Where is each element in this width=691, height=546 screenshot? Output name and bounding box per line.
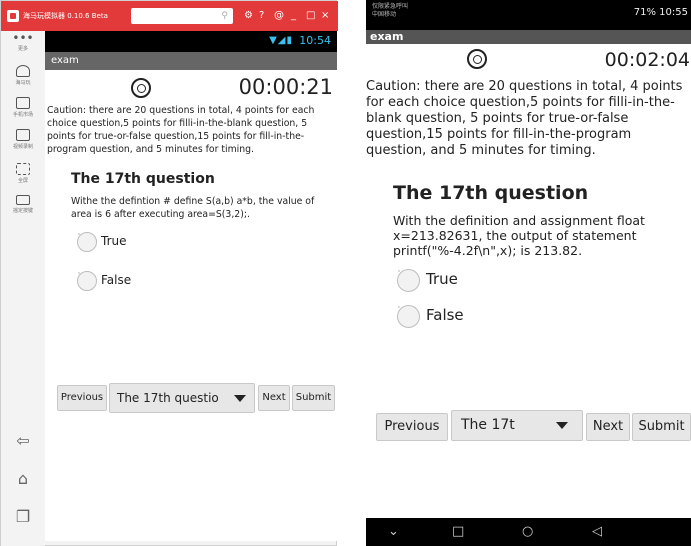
close-icon[interactable]: × (321, 8, 329, 24)
alarm-clock-icon (467, 49, 487, 69)
previous-button[interactable]: Previous (57, 385, 107, 411)
minimize-icon[interactable]: _ (291, 8, 296, 24)
option-false[interactable]: False (397, 303, 537, 329)
radio-false[interactable] (77, 271, 97, 291)
status-right: 71% 10:55 (633, 7, 688, 18)
emulator-window: 海马玩模拟器 0.10.6 Beta ⚲ ⚙ ? @ _ □ × ••• 更多 … (0, 0, 338, 546)
market-icon (16, 97, 30, 109)
signal-battery-icon: ▼◢▮ (269, 35, 293, 46)
question-selector-value: The 17th questio (117, 391, 219, 405)
sidebar-item-haima[interactable]: 海马玩 (1, 65, 45, 86)
submit-button[interactable]: Submit (292, 385, 335, 411)
question-text: Withe the defintion # define S(a,b) a*b,… (71, 196, 315, 220)
question-title: The 17th question (393, 182, 589, 204)
phone-status-bar: 仅限紧急呼叫 中国移动 71% 10:55 (366, 0, 691, 30)
sidebar-item-record[interactable]: 视频录制 (1, 129, 45, 150)
next-button[interactable]: Next (258, 385, 290, 411)
next-button[interactable]: Next (586, 413, 630, 441)
option-true[interactable]: True (77, 231, 197, 253)
app-title-bar: exam (366, 30, 691, 44)
emulator-title: 海马玩模拟器 0.10.6 Beta (23, 12, 108, 20)
chevron-down-icon (234, 395, 246, 402)
phone-navigation-bar: ⌄ □ ○ ◁ (366, 518, 691, 546)
caution-text: Caution: there are 20 questions in total… (47, 105, 315, 155)
home-icon[interactable]: ⌂ (1, 469, 45, 488)
screenshot-root: 海马玩模拟器 0.10.6 Beta ⚲ ⚙ ? @ _ □ × ••• 更多 … (0, 0, 691, 546)
status-time: 10:54 (299, 34, 331, 47)
option-true[interactable]: True (397, 267, 537, 293)
question-selector-value: The 17t (461, 417, 515, 433)
recents-icon[interactable]: ❐ (1, 507, 45, 526)
radio-true[interactable] (77, 232, 97, 252)
caution-text: Caution: there are 20 questions in total… (366, 79, 683, 158)
settings-icon[interactable]: ⚙ (244, 8, 253, 24)
radio-true[interactable] (397, 269, 420, 292)
countdown-timer: 00:02:04 (604, 49, 690, 71)
phone-screen: 仅限紧急呼叫 中国移动 71% 10:55 exam 00:02:04 Caut… (366, 0, 691, 546)
haima-icon (16, 65, 30, 77)
question-selector[interactable]: The 17th questio (109, 383, 255, 413)
radio-false[interactable] (397, 305, 420, 328)
carrier-text: 仅限紧急呼叫 中国移动 (372, 3, 409, 18)
option-true-label: True (101, 234, 127, 248)
fullscreen-icon (16, 163, 30, 175)
help-icon[interactable]: ? (259, 8, 264, 24)
question-text: With the definition and assignment float… (393, 213, 645, 258)
chevron-down-icon[interactable]: ⌄ (388, 524, 399, 540)
about-icon[interactable]: @ (274, 8, 284, 24)
question-title: The 17th question (71, 171, 215, 187)
emulator-logo-icon (7, 10, 19, 22)
emulator-screen: ▼◢▮ 10:54 exam 00:00:21 Caution: there a… (45, 31, 337, 541)
sidebar-item-more[interactable]: ••• 更多 (1, 31, 45, 52)
sidebar-item-keys[interactable]: 摇定按键 (1, 195, 45, 214)
alarm-clock-icon (131, 78, 151, 98)
emulator-titlebar: 海马玩模拟器 0.10.6 Beta ⚲ ⚙ ? @ _ □ × (1, 1, 338, 31)
app-title: exam (51, 55, 79, 66)
recents-icon[interactable]: □ (452, 524, 464, 540)
emulator-status-bar: ▼◢▮ 10:54 (45, 31, 337, 52)
emulator-sidebar: ••• 更多 海马玩 手机市场 视频录制 全屏 摇定按键 ⇦ ⌂ ❐ (1, 31, 45, 546)
option-true-label: True (426, 270, 458, 288)
emulator-search-input[interactable]: ⚲ (131, 8, 233, 24)
submit-button[interactable]: Submit (632, 413, 691, 441)
back-icon[interactable]: ◁ (592, 524, 602, 540)
previous-button[interactable]: Previous (376, 413, 448, 441)
app-title-bar: exam (45, 52, 337, 70)
countdown-timer: 00:00:21 (238, 75, 333, 99)
question-selector[interactable]: The 17t (451, 410, 583, 441)
home-icon[interactable]: ○ (522, 524, 533, 540)
option-false-label: False (101, 273, 132, 287)
video-record-icon (16, 129, 30, 141)
search-icon[interactable]: ⚲ (221, 10, 228, 22)
sidebar-item-market[interactable]: 手机市场 (1, 97, 45, 118)
more-icon: ••• (12, 31, 34, 45)
option-false-label: False (426, 306, 464, 324)
keymap-icon (16, 195, 30, 205)
app-title: exam (370, 30, 404, 43)
maximize-icon[interactable]: □ (306, 8, 315, 24)
chevron-down-icon (556, 422, 568, 429)
sidebar-item-fullscreen[interactable]: 全屏 (1, 163, 45, 184)
back-icon[interactable]: ⇦ (1, 431, 45, 450)
option-false[interactable]: False (77, 270, 197, 292)
